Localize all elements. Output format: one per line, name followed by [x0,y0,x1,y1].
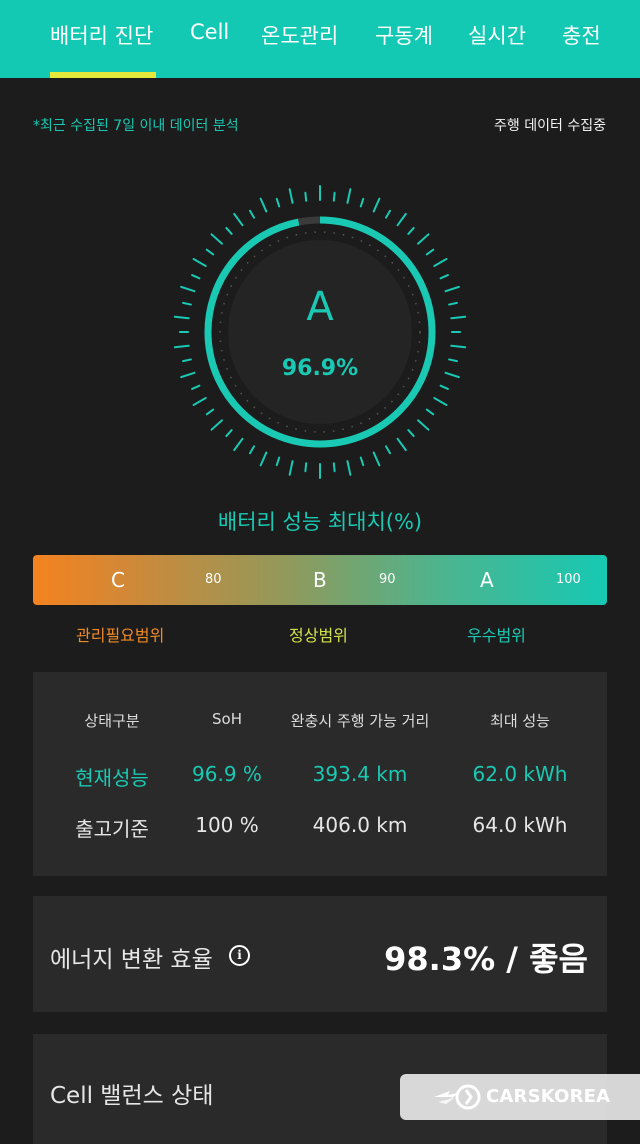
gauge-tick [433,258,448,267]
gauge-tick [450,344,467,349]
gauge-tick [359,197,365,208]
grade-b-label: B [313,568,327,592]
gauge-tick [439,384,449,390]
factory-range: 406.0 km [312,813,408,837]
gauge-tick [407,429,415,438]
gauge-tick [346,460,352,476]
cell-balance-label: Cell 밸런스 상태 [50,1083,214,1109]
performance-title: 배터리 성능 최대치(%) [217,510,423,534]
gauge-tick [249,445,255,455]
gauge-tick [385,209,391,219]
collection-status: 주행 데이터 수집중 [494,118,606,134]
gauge-tick [417,233,430,245]
gauge-tick [396,212,407,227]
tab-drivetrain[interactable]: 구동계 [375,20,433,50]
gauge-tick [396,437,407,452]
range-excellent: 우수범위 [467,626,526,645]
header-range: 완충시 주행 가능 거리 [290,712,430,730]
gauge-tick [417,419,430,431]
info-icon[interactable]: i [229,945,250,966]
range-needs-care: 관리필요범위 [76,626,165,645]
gauge-tick [210,233,223,245]
data-period-note: *최근 수집된 7일 이내 데이터 분석 [33,118,239,134]
tab-battery-diagnosis[interactable]: 배터리 진단 [50,20,153,50]
gauge-tick [249,209,255,219]
grade-c-label: C [111,568,125,592]
gauge-grade: A [306,284,334,330]
gauge-tick [425,248,435,256]
gauge-tick [173,344,190,349]
gauge-tick [233,437,244,452]
gauge-tick [275,456,281,467]
watermark-text: CARSKOREA [486,1086,611,1107]
gauge-tick [288,460,294,476]
gauge-tick [233,212,244,227]
tab-cell[interactable]: Cell [190,20,229,44]
gauge-tick [191,274,201,280]
gauge-tick [332,462,336,473]
current-capacity: 62.0 kWh [472,762,568,786]
gauge-tick [205,408,215,416]
tab-realtime[interactable]: 실시간 [468,20,526,50]
grade-scale-bar: C 80 B 90 A 100 [33,555,607,605]
gauge-dial [173,185,467,479]
gauge-tick [225,429,233,438]
carskorea-logo-icon [434,1084,481,1110]
gauge-tick [385,445,391,455]
gauge-tick [359,456,365,467]
carskorea-watermark: CARSKOREA [400,1074,640,1120]
threshold-80: 80 [205,572,222,587]
gauge-tick [259,197,268,213]
gauge-tick [304,191,308,202]
gauge-tick [275,197,281,208]
gauge-value: 96.9% [281,356,359,381]
efficiency-value: 98.3% / 좋음 [384,940,588,978]
gauge-tick [288,188,294,204]
tab-bar: 배터리 진단 Cell 온도관리 구동계 실시간 충전 [0,0,640,78]
gauge-tick [225,226,233,235]
gauge-tick [259,451,268,467]
gauge-tick [192,258,207,267]
gauge-tick [210,419,223,431]
current-range: 393.4 km [312,762,408,786]
gauge-tick [372,197,381,213]
threshold-90: 90 [379,572,396,587]
gauge-tick [205,248,215,256]
factory-capacity: 64.0 kWh [472,813,568,837]
grade-a-label: A [480,568,494,592]
header-max-capacity: 최대 성능 [490,712,550,730]
gauge-tick [407,226,415,235]
tab-temperature[interactable]: 온도관리 [261,20,338,50]
gauge-tick [346,188,352,204]
gauge-tick [332,191,336,202]
tab-charging[interactable]: 충전 [562,20,601,50]
efficiency-label: 에너지 변환 효율 [50,947,213,973]
active-tab-indicator [50,72,156,78]
gauge-center [228,240,412,424]
gauge-tick [372,451,381,467]
gauge-tick [425,408,435,416]
gauge-tick [439,274,449,280]
gauge-tick [433,397,448,406]
gauge-tick [192,397,207,406]
gauge-tick [304,462,308,473]
threshold-100: 100 [556,572,581,587]
battery-gauge: A 96.9% [160,172,480,492]
range-normal: 정상범위 [289,626,348,645]
gauge-tick [191,384,201,390]
